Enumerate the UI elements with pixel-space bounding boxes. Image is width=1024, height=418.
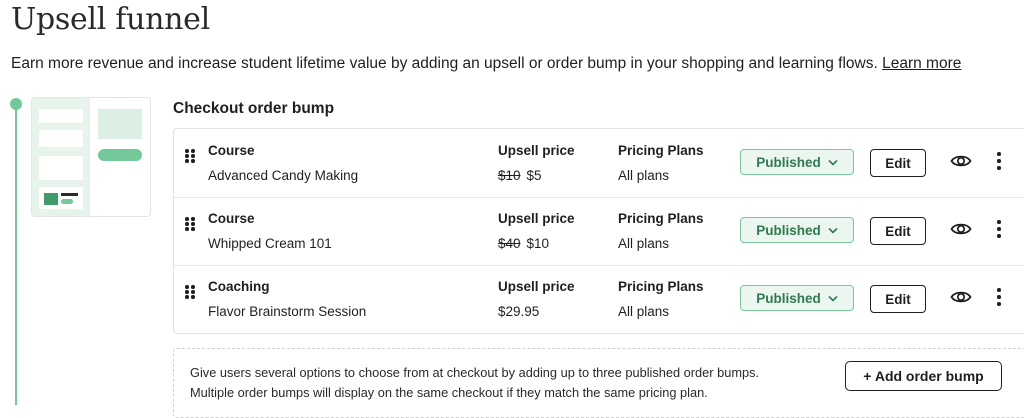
edit-button[interactable]: Edit (870, 285, 926, 313)
upsell-price: $29.95 (498, 304, 539, 319)
upsell-price: $10 $5 (498, 168, 542, 183)
page-title: Upsell funnel (11, 2, 210, 37)
add-order-bump-button[interactable]: + Add order bump (845, 361, 1002, 391)
section-title: Checkout order bump (173, 100, 335, 117)
help-text-line: Give users several options to choose fro… (190, 365, 760, 380)
drag-handle-icon[interactable] (185, 285, 195, 299)
drag-handle-icon[interactable] (185, 149, 195, 163)
more-vertical-icon[interactable] (996, 220, 1002, 238)
product-type: Course (208, 143, 255, 158)
order-bump-help-text: Give users several options to choose fro… (190, 363, 830, 403)
order-bump-list: Course Advanced Candy Making Upsell pric… (173, 128, 1024, 334)
page-description: Earn more revenue and increase student l… (11, 55, 961, 73)
more-vertical-icon[interactable] (996, 288, 1002, 306)
timeline-dot (10, 98, 22, 110)
order-bump-row: Course Whipped Cream 101 Upsell price $4… (174, 197, 1024, 266)
eye-icon[interactable] (950, 153, 972, 169)
upsell-price: $40 $10 (498, 236, 549, 251)
pricing-plans-value: All plans (618, 304, 670, 319)
order-bump-row: Coaching Flavor Brainstorm Session Upsel… (174, 265, 1024, 333)
pricing-plans-value: All plans (618, 236, 670, 251)
pricing-plans-value: All plans (618, 168, 670, 183)
status-dropdown[interactable]: Published (740, 149, 854, 175)
product-name: Whipped Cream 101 (208, 236, 332, 251)
drag-handle-icon[interactable] (185, 217, 195, 231)
pricing-plans-label: Pricing Plans (618, 211, 704, 226)
help-text-line: Multiple order bumps will display on the… (190, 385, 708, 400)
status-label: Published (756, 290, 821, 306)
status-dropdown[interactable]: Published (740, 285, 854, 311)
chevron-down-icon (828, 295, 838, 302)
edit-button[interactable]: Edit (870, 149, 926, 177)
status-label: Published (756, 154, 821, 170)
product-type: Coaching (208, 279, 270, 294)
product-type: Course (208, 211, 255, 226)
upsell-price-label: Upsell price (498, 211, 575, 226)
status-dropdown[interactable]: Published (740, 217, 854, 243)
timeline-line (15, 104, 17, 405)
chevron-down-icon (828, 159, 838, 166)
illustration-field (39, 109, 83, 123)
illustration-field (39, 130, 83, 147)
checkout-preview-illustration (31, 97, 151, 217)
illustration-bump-image (44, 193, 58, 205)
order-bump-row: Course Advanced Candy Making Upsell pric… (174, 129, 1024, 198)
original-price: $40 (498, 236, 521, 251)
learn-more-link[interactable]: Learn more (882, 55, 961, 72)
page-description-text: Earn more revenue and increase student l… (11, 55, 878, 72)
add-order-bump-panel: Give users several options to choose fro… (173, 348, 1024, 418)
edit-button[interactable]: Edit (870, 217, 926, 245)
pricing-plans-label: Pricing Plans (618, 143, 704, 158)
status-label: Published (756, 222, 821, 238)
more-vertical-icon[interactable] (996, 152, 1002, 170)
illustration-checkout-button (98, 149, 142, 161)
discounted-price: $29.95 (498, 304, 540, 319)
pricing-plans-label: Pricing Plans (618, 279, 704, 294)
upsell-price-label: Upsell price (498, 279, 575, 294)
product-name: Flavor Brainstorm Session (208, 304, 367, 319)
product-name: Advanced Candy Making (208, 168, 359, 183)
illustration-field (39, 156, 83, 180)
illustration-summary-block (98, 109, 142, 139)
illustration-bump-title (61, 193, 78, 196)
upsell-price-label: Upsell price (498, 143, 575, 158)
original-price: $10 (498, 168, 521, 183)
chevron-down-icon (828, 227, 838, 234)
eye-icon[interactable] (950, 221, 972, 237)
eye-icon[interactable] (950, 289, 972, 305)
discounted-price: $10 (526, 236, 550, 251)
illustration-bump-pill (61, 199, 73, 204)
discounted-price: $5 (526, 168, 542, 183)
